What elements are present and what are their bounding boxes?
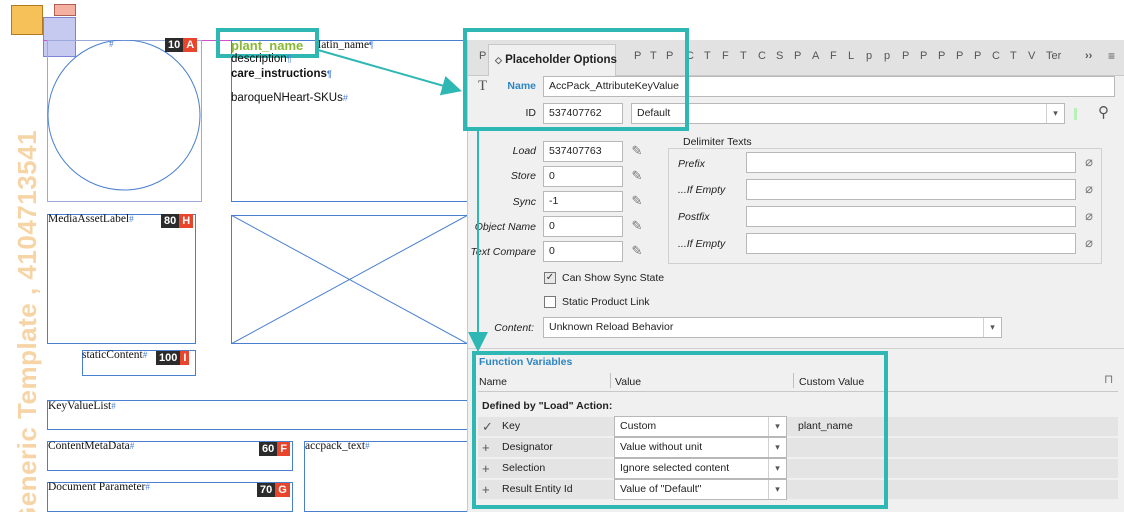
if-empty-label-1: ...If Empty (678, 184, 726, 196)
tab-a[interactable]: A (812, 50, 819, 62)
care-instructions-placeholder[interactable]: care_instructions¶ (231, 68, 332, 80)
text-compare-input[interactable]: 0 (543, 241, 623, 262)
circle-shape (47, 40, 201, 191)
tab-f[interactable]: F (830, 50, 837, 62)
tab-v[interactable]: V (1028, 50, 1035, 62)
tab-p[interactable]: p (866, 50, 872, 62)
store-input[interactable]: 0 (543, 166, 623, 187)
can-show-sync-label: Can Show Sync State (562, 272, 665, 284)
status-indicator (1074, 108, 1077, 120)
section-divider (468, 348, 1124, 349)
tab-ter[interactable]: Ter (1046, 50, 1061, 62)
postfix-if-empty-input[interactable] (746, 233, 1076, 254)
tab-f[interactable]: F (722, 50, 729, 62)
paperclip-icon[interactable]: ⌀ (1080, 234, 1098, 252)
tab-t[interactable]: T (704, 50, 711, 62)
chevron-down-icon: ▾ (983, 318, 1001, 337)
baroque-skus-placeholder[interactable]: baroqueNHeart-SKUs# (231, 92, 348, 104)
content-select[interactable]: Unknown Reload Behavior ▾ (543, 317, 1002, 338)
link-edit-icon[interactable]: ✎ (628, 242, 646, 260)
media-asset-label[interactable]: MediaAssetLabel# (48, 213, 134, 225)
tag-10-a: 10 A (165, 38, 198, 52)
object-name-label: Object Name (474, 221, 536, 233)
paperclip-icon[interactable]: ⌀ (1080, 180, 1098, 198)
document-parameter-label[interactable]: Document Parameter# (48, 481, 150, 493)
tab-t[interactable]: T (740, 50, 747, 62)
sync-input[interactable]: -1 (543, 191, 623, 212)
tab-p[interactable]: p (884, 50, 890, 62)
media-asset-frame[interactable] (47, 214, 196, 344)
content-label: Content: (494, 322, 534, 334)
if-empty-label-2: ...If Empty (678, 238, 726, 250)
postfix-input[interactable] (746, 206, 1076, 227)
chevron-down-icon: ▾ (1046, 104, 1064, 123)
tag-80-h: 80 H (161, 214, 194, 228)
tab-p[interactable]: P (794, 50, 801, 62)
object-name-input[interactable]: 0 (543, 216, 623, 237)
link-edit-icon[interactable]: ✎ (628, 192, 646, 210)
delimiter-texts-title: Delimiter Texts (680, 136, 755, 148)
accpack-text-label[interactable]: accpack_text# (305, 440, 370, 452)
highlight-function-variables (472, 351, 888, 509)
hash-mark: # (109, 39, 114, 49)
description-placeholder[interactable]: description¶ (231, 53, 291, 65)
static-product-link-checkbox[interactable] (544, 296, 556, 308)
text-compare-label: Text Compare (470, 246, 536, 258)
vertical-template-title: Generic Template , 4104713541 (12, 129, 42, 512)
key-value-list-label[interactable]: KeyValueList# (48, 400, 116, 412)
static-product-link-label: Static Product Link (562, 296, 650, 308)
tag-60-f: 60 F (259, 442, 290, 456)
prefix-label: Prefix (678, 158, 705, 170)
tab-overflow-button[interactable]: ›› (1085, 50, 1092, 62)
tab-p[interactable]: P (956, 50, 963, 62)
panel-menu-icon[interactable]: ≡ (1108, 49, 1115, 63)
id-select[interactable]: Default ▾ (631, 103, 1065, 124)
tab-l[interactable]: L (848, 50, 854, 62)
highlight-name-id (463, 28, 689, 131)
load-label: Load (512, 145, 536, 157)
document-canvas[interactable]: Generic Template , 4104713541 # 10 A plan… (0, 0, 468, 512)
tab-p[interactable]: P (974, 50, 981, 62)
empty-image-cross (231, 215, 468, 344)
tab-p[interactable]: P (938, 50, 945, 62)
tab-c[interactable]: C (992, 50, 1000, 62)
color-swatch-pink[interactable] (54, 4, 76, 16)
tab-t[interactable]: T (1010, 50, 1017, 62)
paperclip-icon[interactable]: ⌀ (1080, 153, 1098, 171)
tab-c[interactable]: C (758, 50, 766, 62)
tab-p[interactable]: P (920, 50, 927, 62)
sync-label: Sync (512, 196, 536, 208)
postfix-label: Postfix (678, 211, 710, 223)
link-edit-icon[interactable]: ✎ (628, 142, 646, 160)
lock-icon[interactable]: ⊓ (1104, 372, 1113, 386)
paperclip-icon[interactable]: ⌀ (1080, 207, 1098, 225)
store-label: Store (510, 170, 536, 182)
static-content-label[interactable]: staticContent# (82, 349, 147, 361)
search-icon[interactable]: ⚲ (1098, 103, 1109, 121)
tag-100-i: 100 I (156, 351, 190, 365)
tag-70-g: 70 G (257, 483, 290, 497)
tab-p[interactable]: P (902, 50, 909, 62)
load-input[interactable]: 537407763 (543, 141, 623, 162)
content-meta-data-label[interactable]: ContentMetaData# (48, 440, 134, 452)
tab-s[interactable]: S (776, 50, 783, 62)
can-show-sync-checkbox[interactable]: ✓ (544, 272, 556, 284)
plant-name-placeholder[interactable]: plant_name (231, 38, 303, 53)
placeholder-options-panel: P ◇ Placeholder Options P T P C T F T C … (463, 28, 1124, 512)
prefix-if-empty-input[interactable] (746, 179, 1076, 200)
link-edit-icon[interactable]: ✎ (628, 167, 646, 185)
prefix-input[interactable] (746, 152, 1076, 173)
latin-name-placeholder[interactable]: latin_name¶ (318, 39, 373, 51)
link-edit-icon[interactable]: ✎ (628, 217, 646, 235)
